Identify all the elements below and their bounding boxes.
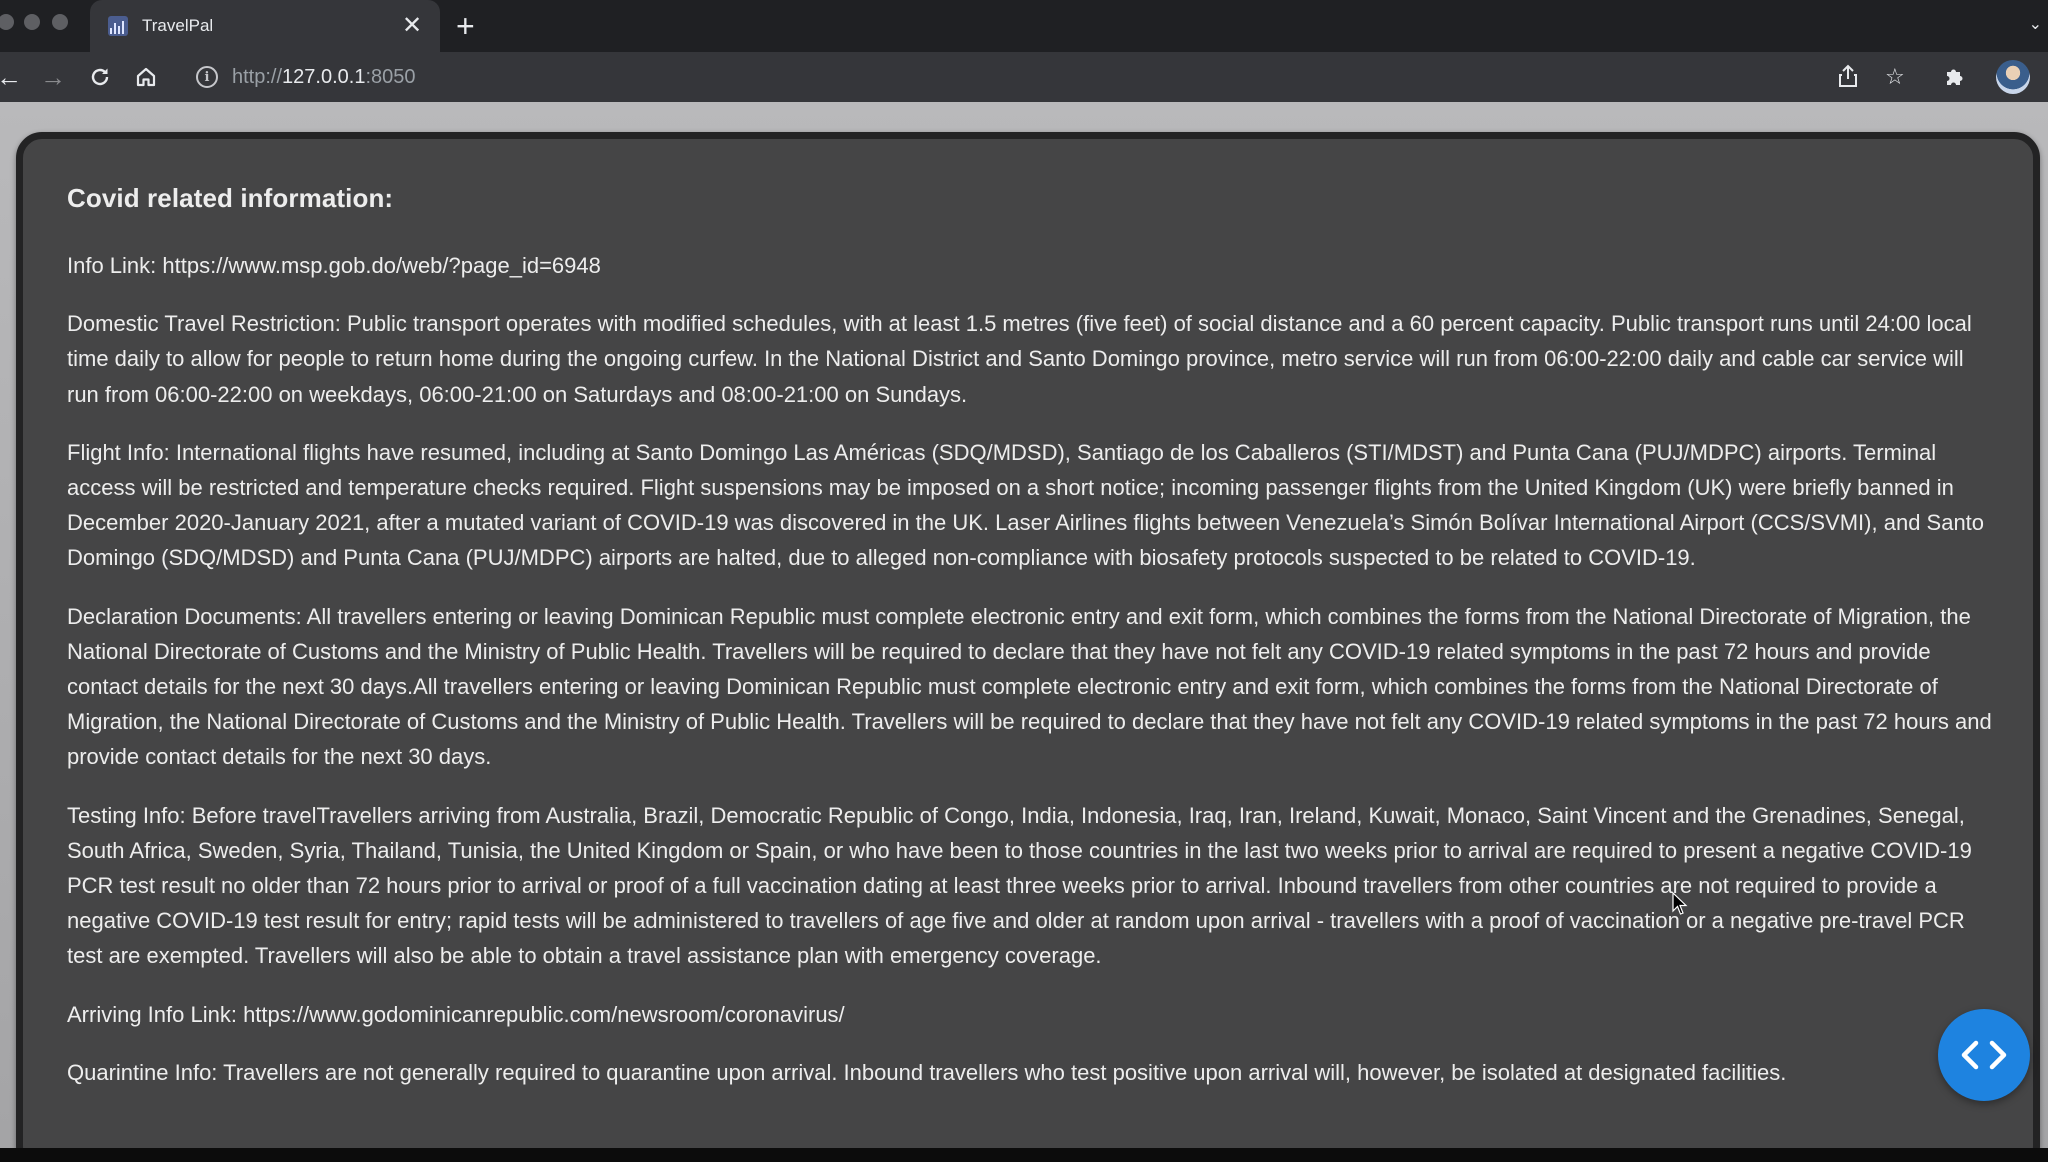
browser-tabstrip: TravelPal ✕ + ⌄ [0, 0, 2048, 52]
address-bar[interactable]: i http://127.0.0.1:8050 [186, 58, 1906, 96]
covid-info-heading: Covid related information: [67, 183, 394, 213]
browser-tab-travelpal[interactable]: TravelPal ✕ [90, 0, 440, 52]
tab-title: TravelPal [142, 16, 214, 35]
declaration-documents-paragraph: Declaration Documents: All travellers en… [67, 603, 1992, 770]
window-zoom-dot[interactable] [52, 14, 68, 30]
window-close-dot[interactable] [0, 14, 14, 30]
quarantine-info-paragraph: Quarintine Info: Travellers are not gene… [67, 1059, 1787, 1085]
code-brackets-icon [1961, 1040, 2007, 1070]
domestic-travel-paragraph: Domestic Travel Restriction: Public tran… [67, 311, 1972, 407]
new-tab-button[interactable]: + [456, 10, 475, 42]
arriving-info-link-paragraph: Arriving Info Link: https://www.godomini… [67, 1001, 845, 1027]
browser-toolbar: ← → i http://127.0.0.1:8050 ☆ [0, 52, 2048, 102]
site-info-icon[interactable]: i [196, 66, 218, 88]
window-minimize-dot[interactable] [24, 14, 40, 30]
share-icon[interactable] [1838, 64, 1858, 94]
reload-icon[interactable] [88, 62, 112, 95]
back-icon[interactable]: ← [0, 62, 22, 92]
info-link-paragraph: Info Link: https://www.msp.gob.do/web/?p… [67, 253, 601, 278]
home-icon[interactable] [134, 62, 158, 95]
forward-icon[interactable]: → [40, 62, 66, 92]
code-toggle-button[interactable] [1938, 1009, 2030, 1101]
mouse-cursor-icon [1672, 892, 1688, 915]
tab-search-chevron-icon[interactable]: ⌄ [2029, 14, 2042, 34]
window-bottom-edge [0, 1148, 2048, 1162]
covid-info-card: Covid related information: Info Link: ht… [16, 132, 2040, 1148]
tab-close-icon[interactable]: ✕ [400, 14, 424, 38]
bookmark-star-icon[interactable]: ☆ [1885, 64, 1905, 90]
extensions-icon[interactable] [1943, 64, 1967, 94]
app-favicon-icon [108, 16, 128, 36]
page-viewport: Covid related information: Info Link: ht… [0, 102, 2048, 1148]
profile-avatar[interactable] [1996, 60, 2030, 94]
url-text: http://127.0.0.1:8050 [232, 65, 416, 88]
testing-info-paragraph: Testing Info: Before travelTravellers ar… [67, 802, 1972, 969]
flight-info-paragraph: Flight Info: International flights have … [67, 439, 1985, 571]
